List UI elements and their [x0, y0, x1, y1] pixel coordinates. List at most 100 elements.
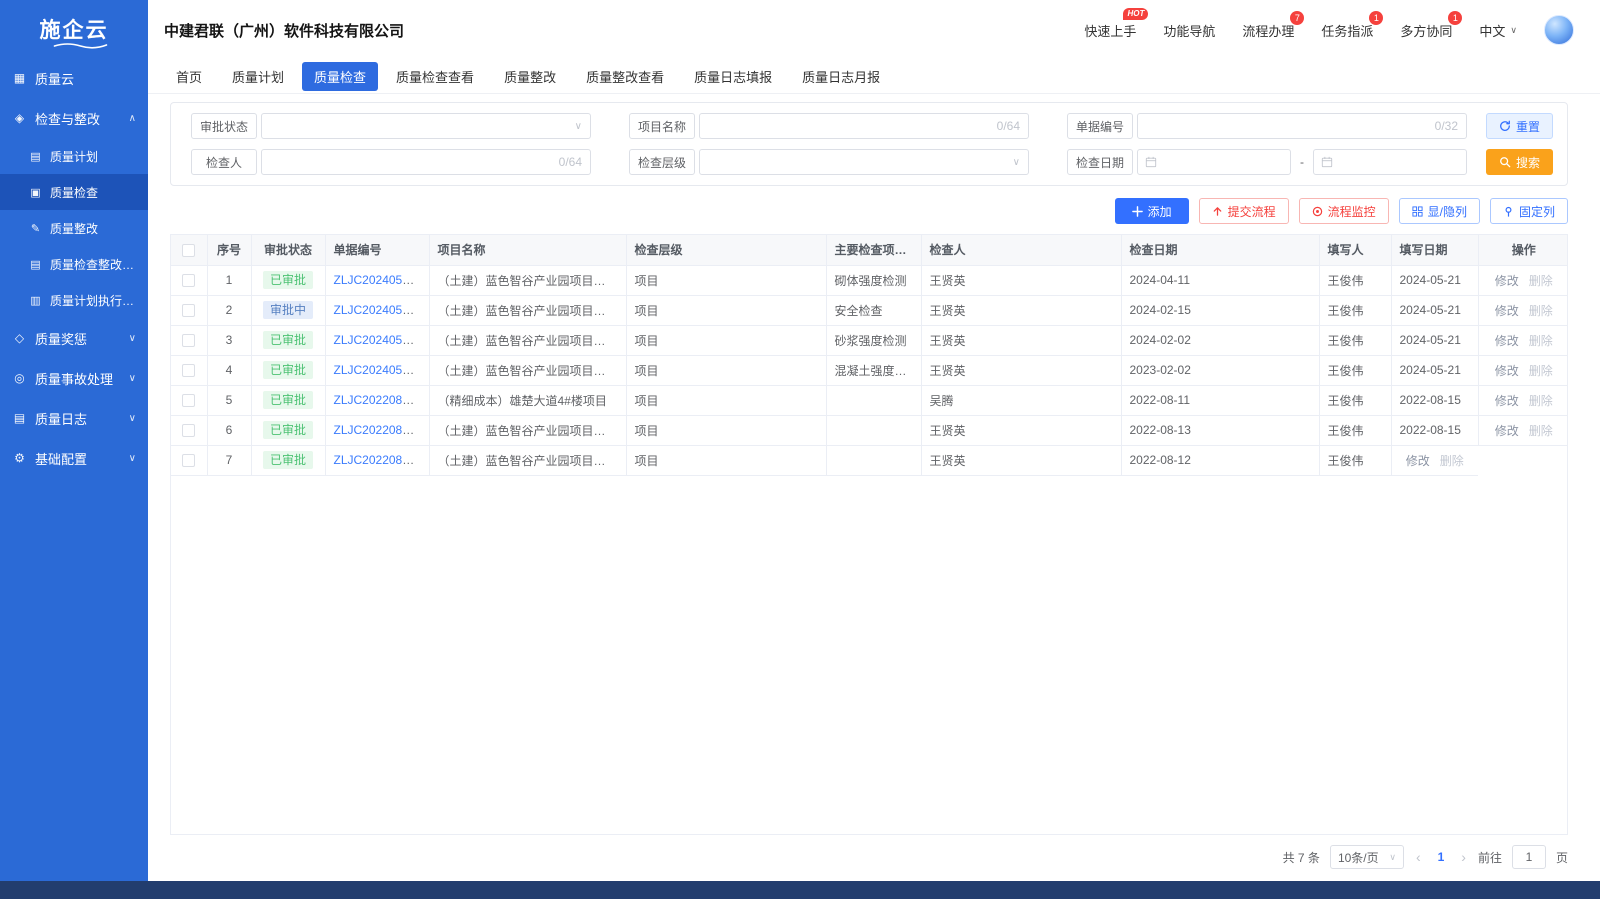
- goto-page-input[interactable]: [1512, 845, 1546, 869]
- tab-quality-rectify[interactable]: 质量整改: [492, 62, 568, 91]
- nav-process-handling[interactable]: 流程办理 7: [1242, 21, 1294, 40]
- doc-link[interactable]: ZLJC2022080174: [334, 393, 429, 407]
- reset-button[interactable]: 重置: [1486, 113, 1553, 139]
- row-level: 项目: [626, 355, 826, 385]
- sidebar-item-quality-cloud[interactable]: ▦ 质量云: [0, 58, 148, 98]
- tab-quality-check-view[interactable]: 质量检查查看: [384, 62, 486, 91]
- tab-home[interactable]: 首页: [164, 62, 214, 91]
- nav-collaboration[interactable]: 多方协同 1: [1400, 21, 1452, 40]
- page-content: 审批状态 ∨ 项目名称 0/64 单据编号 0/3: [148, 94, 1600, 881]
- submit-process-button[interactable]: 提交流程: [1199, 198, 1289, 224]
- doc-link[interactable]: ZLJC2024050443: [334, 363, 429, 377]
- tab-quality-rectify-view[interactable]: 质量整改查看: [574, 62, 676, 91]
- sidebar-group-accidents[interactable]: ◎ 质量事故处理 ∨: [0, 358, 148, 398]
- row-checkbox[interactable]: [182, 304, 195, 317]
- project-name-input[interactable]: 0/64: [699, 113, 1029, 139]
- add-button[interactable]: 添加: [1115, 198, 1189, 224]
- row-project: （土建）蓝色智谷产业园项目施工总承...: [429, 295, 626, 325]
- row-check-date: 2022-08-13: [1121, 415, 1319, 445]
- row-ops: 修改删除: [1478, 415, 1568, 445]
- delete-link[interactable]: 删除: [1529, 364, 1553, 378]
- row-checkbox[interactable]: [182, 334, 195, 347]
- row-checkbox[interactable]: [182, 364, 195, 377]
- row-checkbox[interactable]: [182, 274, 195, 287]
- row-doc-cell: ZLJC2024050443: [325, 355, 429, 385]
- doc-link[interactable]: ZLJC2024050444: [334, 333, 429, 347]
- next-page-button[interactable]: ›: [1459, 849, 1468, 865]
- row-checkbox[interactable]: [182, 424, 195, 437]
- delete-link[interactable]: 删除: [1529, 304, 1553, 318]
- status-badge: 审批中: [263, 301, 313, 319]
- brand-logo-text: 施企云: [40, 14, 109, 44]
- track-icon: ▥: [28, 294, 43, 307]
- edit-link[interactable]: 修改: [1495, 364, 1519, 378]
- doc-link[interactable]: ZLJC2024050446: [334, 273, 429, 287]
- row-checker: 王贤英: [921, 295, 1121, 325]
- edit-link[interactable]: 修改: [1406, 454, 1430, 468]
- date-end-input[interactable]: [1313, 149, 1467, 175]
- reward-icon: ◇: [12, 331, 27, 345]
- tab-log-fill[interactable]: 质量日志填报: [682, 62, 784, 91]
- pagination: 共 7 条 10条/页 ∨ ‹ 1 › 前往 页: [170, 835, 1568, 881]
- header-filler: 填写人: [1319, 235, 1391, 265]
- row-level: 项目: [626, 385, 826, 415]
- delete-link[interactable]: 删除: [1440, 454, 1464, 468]
- page-size-select[interactable]: 10条/页 ∨: [1330, 845, 1404, 869]
- sidebar-item-quality-rectify[interactable]: ✎ 质量整改: [0, 210, 148, 246]
- edit-link[interactable]: 修改: [1495, 274, 1519, 288]
- avatar[interactable]: [1544, 15, 1574, 45]
- nav-quick-start[interactable]: 快速上手 HOT: [1084, 21, 1136, 40]
- row-seq: 6: [207, 415, 251, 445]
- edit-link[interactable]: 修改: [1495, 304, 1519, 318]
- nav-feature-nav[interactable]: 功能导航: [1163, 21, 1215, 40]
- sidebar-item-plan-tracking[interactable]: ▥ 质量计划执行跟踪: [0, 282, 148, 318]
- delete-link[interactable]: 删除: [1529, 424, 1553, 438]
- row-checkbox[interactable]: [182, 454, 195, 467]
- row-level: 项目: [626, 265, 826, 295]
- fixed-columns-button[interactable]: 固定列: [1490, 198, 1568, 224]
- current-page[interactable]: 1: [1433, 850, 1450, 864]
- select-all-checkbox[interactable]: [182, 244, 195, 257]
- edit-link[interactable]: 修改: [1495, 334, 1519, 348]
- nav-task-assign[interactable]: 任务指派 1: [1321, 21, 1373, 40]
- table-header-row: 序号 审批状态 单据编号 项目名称 检查层级 主要检查项名称 检查人 检查日期 …: [171, 235, 1568, 265]
- date-start-input[interactable]: [1137, 149, 1291, 175]
- doc-link[interactable]: ZLJC2022080172: [334, 453, 429, 467]
- sidebar-item-quality-plan[interactable]: ▤ 质量计划: [0, 138, 148, 174]
- doc-link[interactable]: ZLJC2022080173: [334, 423, 429, 437]
- app-shell: 施企云 ▦ 质量云 ◈ 检查与整改 ∧ ▤ 质量计划 ▣ 质量检查 ✎ 质量整改…: [0, 0, 1600, 881]
- reset-label: 重置: [1516, 118, 1540, 135]
- count-badge: 1: [1369, 11, 1383, 25]
- filter-row-1: 审批状态 ∨ 项目名称 0/64 单据编号 0/3: [191, 113, 1553, 139]
- row-checkbox[interactable]: [182, 394, 195, 407]
- page-unit-label: 页: [1556, 849, 1568, 866]
- doc-link[interactable]: ZLJC2024050445: [334, 303, 429, 317]
- sidebar-group-inspection[interactable]: ◈ 检查与整改 ∧: [0, 98, 148, 138]
- tab-quality-check[interactable]: 质量检查: [302, 62, 378, 91]
- checker-input[interactable]: 0/64: [261, 149, 591, 175]
- toggle-columns-button[interactable]: 显/隐列: [1399, 198, 1480, 224]
- prev-page-button[interactable]: ‹: [1414, 849, 1423, 865]
- approval-status-select[interactable]: ∨: [261, 113, 591, 139]
- delete-link[interactable]: 删除: [1529, 394, 1553, 408]
- company-title: 中建君联（广州）软件科技有限公司: [164, 20, 404, 41]
- row-item: 安全检查: [826, 295, 921, 325]
- search-button[interactable]: 搜索: [1486, 149, 1553, 175]
- tab-quality-plan[interactable]: 质量计划: [220, 62, 296, 91]
- sidebar-group-logs[interactable]: ▤ 质量日志 ∨: [0, 398, 148, 438]
- sidebar-item-quality-check[interactable]: ▣ 质量检查: [0, 174, 148, 210]
- delete-link[interactable]: 删除: [1529, 274, 1553, 288]
- process-monitor-button[interactable]: 流程监控: [1299, 198, 1389, 224]
- sidebar-group-config[interactable]: ⚙ 基础配置 ∨: [0, 438, 148, 478]
- sidebar-item-label: 质量计划执行跟踪: [50, 292, 140, 309]
- edit-link[interactable]: 修改: [1495, 424, 1519, 438]
- sidebar-item-rectify-tracking[interactable]: ▤ 质量检查整改跟踪: [0, 246, 148, 282]
- check-level-select[interactable]: ∨: [699, 149, 1029, 175]
- language-selector[interactable]: 中文 ∨: [1479, 21, 1517, 40]
- sidebar-group-rewards[interactable]: ◇ 质量奖惩 ∨: [0, 318, 148, 358]
- doc-no-input[interactable]: 0/32: [1137, 113, 1467, 139]
- delete-link[interactable]: 删除: [1529, 334, 1553, 348]
- hot-badge: HOT: [1123, 8, 1148, 20]
- tab-log-monthly[interactable]: 质量日志月报: [790, 62, 892, 91]
- edit-link[interactable]: 修改: [1495, 394, 1519, 408]
